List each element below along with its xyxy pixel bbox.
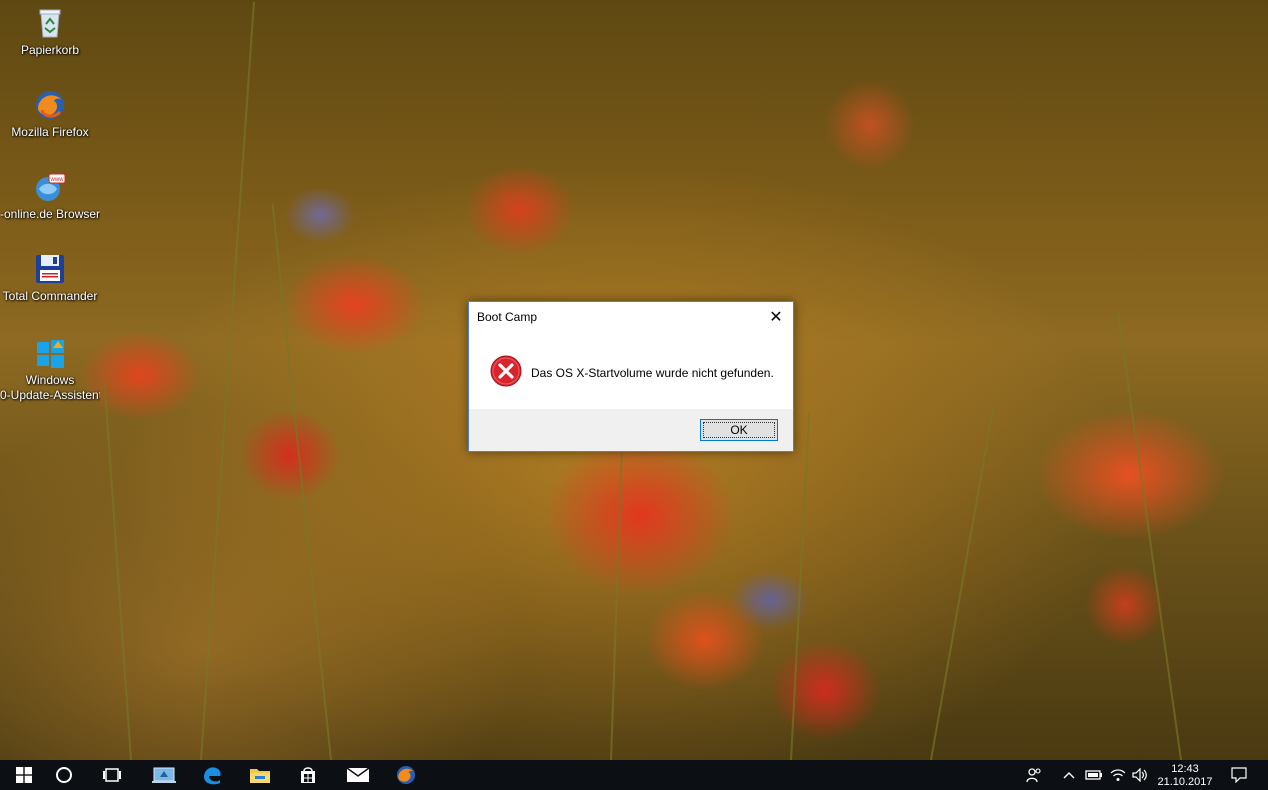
floppy-disk-icon <box>36 255 64 283</box>
firefox-icon <box>36 91 64 119</box>
recycle-bin-icon <box>39 9 61 38</box>
desktop-icon-label: -online.de Browser 7 <box>0 207 100 221</box>
task-view-button[interactable] <box>88 760 136 790</box>
desktop-wallpaper: Papierkorb Mozilla Firefox www -online.d… <box>0 0 1268 760</box>
clock-date: 21.10.2017 <box>1157 776 1213 788</box>
notification-icon <box>1231 767 1247 783</box>
clock[interactable]: 12:43 21.10.2017 <box>1150 763 1220 789</box>
cortana-icon <box>56 767 72 783</box>
taskbar-app-bootcamp[interactable] <box>140 760 188 790</box>
close-icon: ✕ <box>769 309 783 326</box>
battery-button[interactable] <box>1082 760 1106 790</box>
browser-icon: www <box>36 173 66 201</box>
error-icon <box>490 355 522 387</box>
clock-time: 12:43 <box>1171 763 1199 775</box>
desktop-icon-label: Total Commander <box>2 289 98 303</box>
desktop-icon-label-line2: 0-Update-Assistent <box>0 388 100 402</box>
ok-button[interactable]: OK <box>700 419 778 441</box>
people-icon <box>1026 768 1041 783</box>
mail-icon <box>346 767 370 782</box>
store-icon <box>301 767 315 783</box>
svg-text:www: www <box>50 177 65 183</box>
edge-icon <box>204 767 221 785</box>
volume-button[interactable] <box>1128 760 1152 790</box>
file-explorer-icon <box>250 769 270 783</box>
dialog-title: Boot Camp <box>477 310 538 324</box>
bootcamp-icon <box>152 767 176 783</box>
start-icon <box>16 767 32 783</box>
desktop-icon-label: Windows <box>25 373 75 387</box>
wifi-icon <box>1110 769 1126 781</box>
desktop-icon-recycle-bin[interactable]: Papierkorb <box>0 6 100 58</box>
chevron-up-icon <box>1063 772 1075 779</box>
taskbar-app-edge[interactable] <box>188 760 236 790</box>
action-center-button[interactable] <box>1224 760 1254 790</box>
bootcamp-error-dialog: Boot Camp ✕ Das OS X-Startvolume wurde n… <box>468 301 794 452</box>
people-button[interactable] <box>1020 760 1048 790</box>
desktop-icon-firefox[interactable]: Mozilla Firefox <box>0 88 100 140</box>
windows-update-icon <box>37 340 64 368</box>
cortana-button[interactable] <box>40 760 88 790</box>
speaker-icon <box>1132 768 1147 782</box>
dialog-footer: OK <box>469 409 793 451</box>
desktop-icon-label: Papierkorb <box>20 43 80 57</box>
desktop-icon-total-commander[interactable]: Total Commander <box>0 252 100 304</box>
close-button[interactable]: ✕ <box>759 302 793 332</box>
taskbar: 12:43 21.10.2017 <box>0 760 1268 790</box>
desktop-icon-windows-update[interactable]: Windows 0-Update-Assistent <box>0 336 100 403</box>
network-button[interactable] <box>1106 760 1130 790</box>
dialog-message: Das OS X-Startvolume wurde nicht gefunde… <box>531 366 774 380</box>
taskbar-app-file-explorer[interactable] <box>236 760 284 790</box>
taskbar-app-mail[interactable] <box>334 760 382 790</box>
task-view-icon <box>103 768 121 782</box>
taskbar-app-firefox[interactable] <box>382 760 430 790</box>
desktop-icon-label: Mozilla Firefox <box>11 125 89 139</box>
dialog-titlebar[interactable]: Boot Camp ✕ <box>469 302 793 332</box>
show-hidden-icons-button[interactable] <box>1058 760 1080 790</box>
battery-icon <box>1085 770 1102 780</box>
desktop-icon-browser[interactable]: www -online.de Browser 7 <box>0 170 100 222</box>
dialog-body: Das OS X-Startvolume wurde nicht gefunde… <box>469 332 793 410</box>
taskbar-app-store[interactable] <box>284 760 332 790</box>
firefox-icon <box>396 765 416 785</box>
